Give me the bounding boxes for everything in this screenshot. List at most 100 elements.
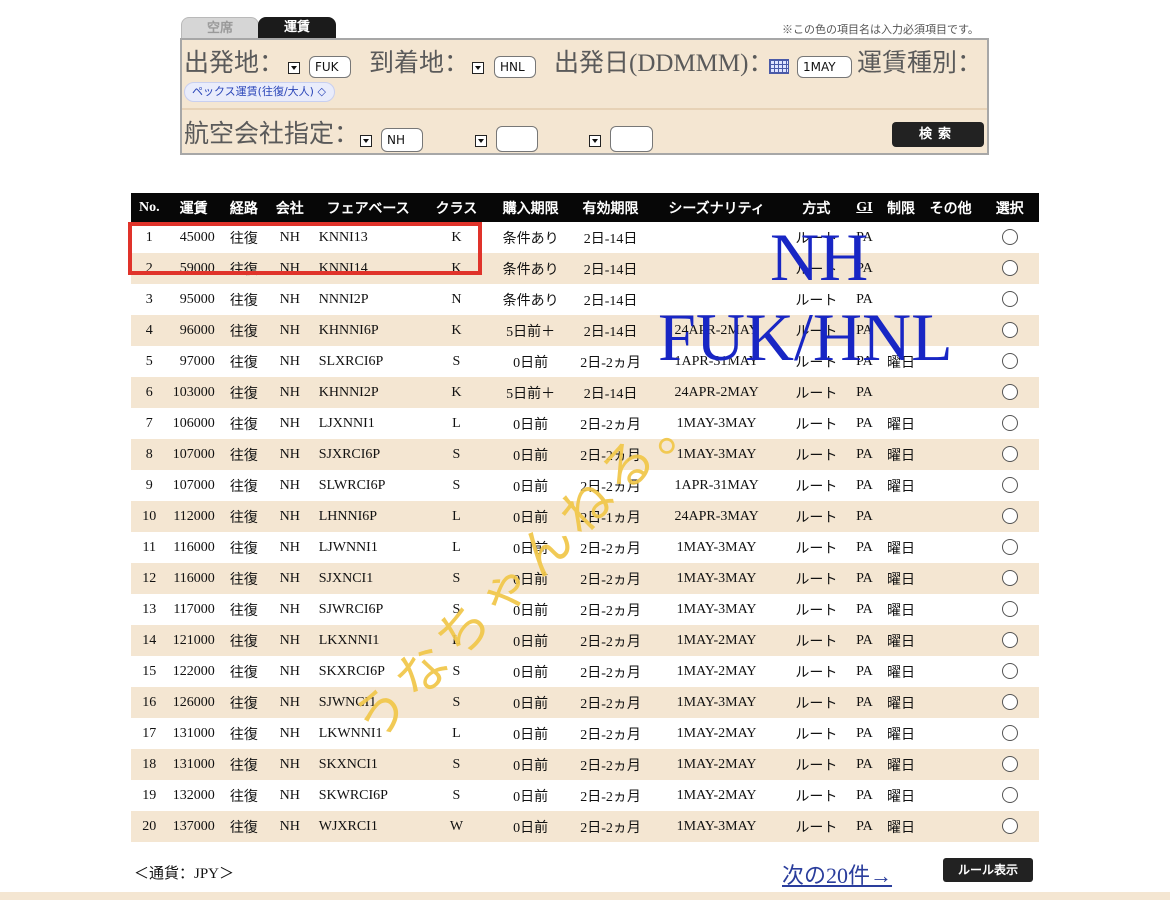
select-radio[interactable] (1001, 787, 1018, 804)
origin-input[interactable]: FUK (309, 56, 351, 78)
select-radio[interactable] (1001, 539, 1018, 556)
row-route: 往復 (219, 501, 268, 532)
calendar-icon[interactable] (769, 59, 789, 74)
row-fare: 116000 (167, 563, 220, 594)
row-restriction: 曜日 (881, 563, 921, 594)
airline-input[interactable]: NH (381, 128, 423, 152)
row-airline: NH (279, 539, 300, 555)
row-other (921, 408, 981, 439)
select-radio[interactable] (1001, 694, 1018, 711)
row-method: ルート (795, 479, 838, 495)
row-fare-basis: KHNNI6P (311, 315, 425, 346)
row-no: 10 (131, 501, 168, 532)
row-class: S (452, 787, 461, 803)
next-20-link[interactable]: 次の20件→ (782, 858, 892, 890)
row-method: ルート (795, 665, 838, 681)
row-other (920, 563, 981, 594)
row-class: S (424, 749, 489, 780)
row-select (980, 687, 1039, 718)
row-fare-basis: LJXNNI1 (318, 415, 375, 431)
select-radio[interactable] (1001, 601, 1018, 618)
row-fare-basis: SKXNCI1 (311, 749, 425, 780)
select-radio[interactable] (1001, 725, 1018, 742)
airline-3-input[interactable] (610, 126, 653, 152)
tab-fare[interactable]: 運賃 (258, 17, 336, 39)
select-radio[interactable] (1001, 632, 1018, 649)
row-route: 往復 (229, 603, 258, 619)
select-radio[interactable] (1001, 353, 1018, 370)
select-radio[interactable] (1001, 260, 1018, 277)
origin-dropdown-icon[interactable] (288, 62, 300, 74)
row-airline: NH (267, 501, 312, 532)
row-other (921, 780, 981, 811)
row-other (920, 811, 981, 842)
select-radio[interactable] (1001, 818, 1018, 835)
select-radio[interactable] (1001, 229, 1018, 246)
row-airline: NH (267, 563, 312, 594)
search-button[interactable]: 検索 (892, 122, 984, 147)
destination-dropdown-icon[interactable] (472, 62, 484, 74)
select-radio[interactable] (1001, 570, 1018, 587)
row-select (980, 222, 1039, 253)
row-restriction: 曜日 (886, 417, 915, 433)
row-method: ルート (785, 501, 848, 532)
select-radio[interactable] (1001, 756, 1018, 773)
tab-seat-availability[interactable]: 空席 (181, 17, 259, 40)
row-validity: 2日-14日 (583, 231, 638, 247)
row-fare: 121000 (167, 625, 220, 656)
col-header-airline: 会社 (267, 193, 312, 222)
fare-type-select[interactable]: ペックス運賃(往復/大人) ◇ (184, 82, 335, 102)
row-method: ルート (795, 789, 838, 805)
select-radio[interactable] (1001, 663, 1018, 680)
airline-2-input[interactable] (496, 126, 538, 152)
select-radio[interactable] (1001, 477, 1018, 494)
origin-label: 出発地： (184, 50, 285, 77)
select-radio[interactable] (1001, 384, 1018, 401)
row-class: L (452, 725, 461, 741)
airline-2-dropdown-icon[interactable] (475, 135, 487, 147)
row-no: 8 (131, 439, 168, 470)
select-radio[interactable] (1001, 446, 1018, 463)
row-select (980, 346, 1039, 377)
table-row: 13 117000 往復 NH SJWRCI6P S 0日前 2日-2ヵ月 1MAY-3MAY ル… (131, 594, 1039, 625)
select-radio[interactable] (1001, 415, 1018, 432)
row-no: 12 (131, 563, 168, 594)
table-header: No. 運賃 経路 会社 フェアベース クラス 購入期限 有効期限 シーズナリテ… (131, 193, 1039, 222)
row-no: 6 (131, 377, 168, 408)
row-route: 往復 (219, 687, 268, 718)
departure-date-input[interactable]: 1MAY (797, 56, 852, 78)
show-rules-button[interactable]: ルール表示 (943, 858, 1033, 882)
airline-3-dropdown-icon[interactable] (589, 135, 601, 147)
panel-divider (182, 108, 987, 110)
row-restriction (881, 222, 921, 253)
select-radio[interactable] (1001, 291, 1018, 308)
col-header-gi[interactable]: GI (847, 193, 882, 222)
select-radio[interactable] (1001, 508, 1018, 525)
row-validity: 2日-14日 (572, 315, 649, 346)
row-fare-basis: KHNNI2P (311, 377, 425, 408)
row-select (980, 780, 1039, 811)
airline-dropdown-icon[interactable] (360, 135, 372, 147)
row-select (980, 253, 1039, 284)
row-other (921, 718, 981, 749)
row-class: L (424, 501, 489, 532)
row-fare: 116000 (173, 539, 215, 555)
row-gi: PA (856, 787, 873, 803)
row-restriction: 曜日 (886, 789, 915, 805)
row-fare: 117000 (173, 601, 215, 617)
row-seasonality (648, 253, 786, 284)
destination-input[interactable]: HNL (494, 56, 536, 78)
row-select (980, 656, 1039, 687)
row-airline: NH (279, 725, 300, 741)
table-row: 19 132000 往復 NH SKWRCI6P S 0日前 2日-2ヵ月 1MAY-2MAY ル… (131, 780, 1039, 811)
select-radio[interactable] (1001, 322, 1018, 339)
row-select (980, 408, 1039, 439)
row-fare: 107000 (167, 439, 220, 470)
row-fare: 103000 (167, 377, 220, 408)
row-no: 9 (145, 477, 153, 493)
row-restriction: 曜日 (881, 625, 921, 656)
row-route: 往復 (229, 293, 258, 309)
row-airline: NH (279, 663, 300, 679)
row-route: 往復 (219, 439, 268, 470)
row-airline: NH (279, 477, 300, 493)
